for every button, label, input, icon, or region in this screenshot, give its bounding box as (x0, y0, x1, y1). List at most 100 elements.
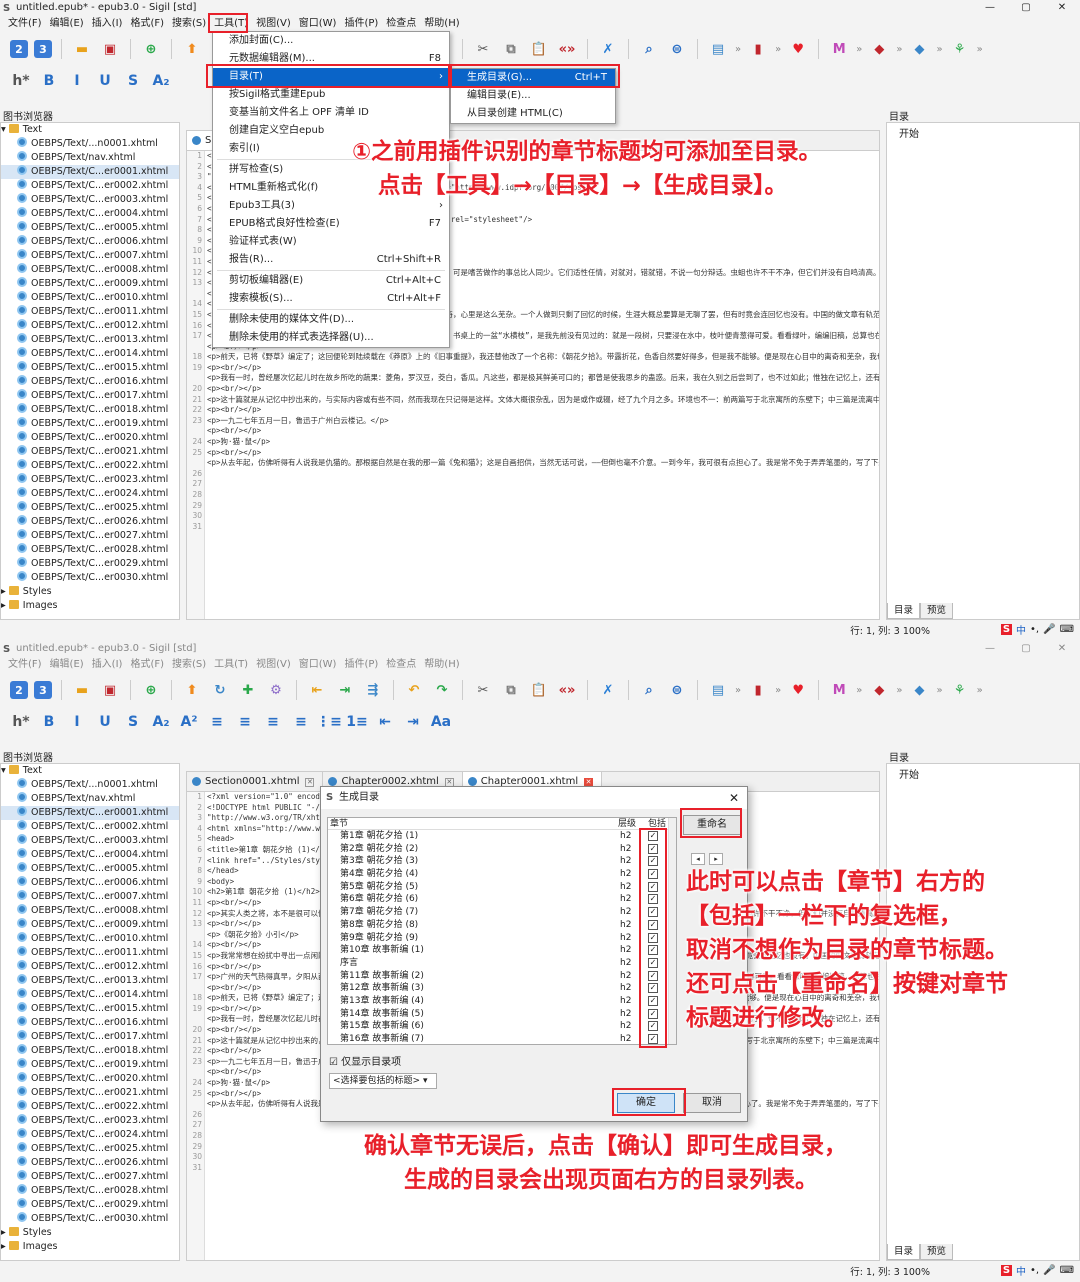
tree-file[interactable]: OEBPS/Text/C...er0012.xhtml (1, 960, 179, 974)
tree-file[interactable]: OEBPS/Text/C...er0021.xhtml (1, 1086, 179, 1100)
menu-8[interactable]: 插件(P) (340, 16, 382, 32)
open-folder-icon[interactable]: ▬ (71, 38, 93, 60)
case-icon[interactable]: Aa (430, 711, 452, 733)
table-row[interactable]: 第9章 朝花夕拾 (9) h2 ✓ (328, 932, 676, 945)
menu-1[interactable]: 编辑(E) (46, 657, 88, 673)
number-list-icon[interactable]: 1≡ (346, 711, 368, 733)
tree-file[interactable]: OEBPS/Text/C...er0002.xhtml (1, 179, 179, 193)
tree-file[interactable]: OEBPS/Text/C...er0021.xhtml (1, 445, 179, 459)
collapse-icon[interactable]: ▾ (1, 765, 9, 776)
tree-file[interactable]: OEBPS/Text/C...er0005.xhtml (1, 862, 179, 876)
tree-file[interactable]: OEBPS/Text/nav.xhtml (1, 151, 179, 165)
list-icon[interactable]: ▤ (707, 38, 729, 60)
tab-preview[interactable]: 预览 (920, 603, 954, 619)
more-icon[interactable]: » (937, 685, 943, 696)
tree-file[interactable]: OEBPS/Text/C...er0027.xhtml (1, 1170, 179, 1184)
justify-icon[interactable]: ≡ (290, 711, 312, 733)
add-icon[interactable]: ⊕ (140, 679, 162, 701)
tree-file[interactable]: OEBPS/Text/C...er0008.xhtml (1, 904, 179, 918)
zoom-icon[interactable]: ⊜ (666, 38, 688, 60)
tree-folder[interactable]: ▸ Images (1, 1240, 179, 1254)
search-icon[interactable]: ⌕ (638, 38, 660, 60)
tools-menu-item[interactable]: 剪切板编辑器(E) Ctrl+Alt+C (213, 272, 449, 290)
tree-file[interactable]: OEBPS/Text/C...er0003.xhtml (1, 834, 179, 848)
tree-file[interactable]: OEBPS/Text/C...er0011.xhtml (1, 946, 179, 960)
tree-file[interactable]: OEBPS/Text/C...er0001.xhtml (1, 806, 179, 820)
table-row[interactable]: 第3章 朝花夕拾 (3) h2 ✓ (328, 855, 676, 868)
cut-icon[interactable]: ✂ (472, 38, 494, 60)
menu-9[interactable]: 检查点 (382, 657, 420, 673)
tree-file[interactable]: OEBPS/Text/...n0001.xhtml (1, 778, 179, 792)
table-row[interactable]: 序言 h2 ✓ (328, 957, 676, 970)
tree-file[interactable]: OEBPS/Text/C...er0017.xhtml (1, 1030, 179, 1044)
menu-10[interactable]: 帮助(H) (420, 657, 463, 673)
more-icon[interactable]: » (937, 44, 943, 55)
menu-1[interactable]: 编辑(E) (46, 16, 88, 32)
menu-10[interactable]: 帮助(H) (420, 16, 463, 32)
table-row[interactable]: 第13章 故事新编 (4) h2 ✓ (328, 995, 676, 1008)
indent-icon[interactable]: ⇥ (402, 711, 424, 733)
tree-file[interactable]: OEBPS/Text/C...er0020.xhtml (1, 1072, 179, 1086)
menu-0[interactable]: 文件(F) (4, 16, 46, 32)
toc-submenu-item[interactable]: 从目录创建 HTML(C) (451, 105, 615, 123)
menu-3[interactable]: 格式(F) (126, 657, 168, 673)
tree-file[interactable]: OEBPS/Text/C...er0007.xhtml (1, 249, 179, 263)
tree-file[interactable]: OEBPS/Text/C...er0016.xhtml (1, 375, 179, 389)
tree-file[interactable]: OEBPS/Text/C...er0018.xhtml (1, 403, 179, 417)
tree-icon[interactable]: ⚘ (949, 679, 971, 701)
bold-icon[interactable]: B (38, 711, 60, 733)
menu-9[interactable]: 检查点 (382, 16, 420, 32)
menu-2[interactable]: 插入(I) (88, 657, 127, 673)
tools-menu-item[interactable]: 验证样式表(W) (213, 233, 449, 251)
minimize-icon[interactable]: — (972, 641, 1008, 657)
menu-7[interactable]: 窗口(W) (295, 16, 341, 32)
tree-file[interactable]: OEBPS/Text/C...er0020.xhtml (1, 431, 179, 445)
tree-file[interactable]: OEBPS/Text/C...er0025.xhtml (1, 501, 179, 515)
up-arrow-icon[interactable]: ⬆ (181, 38, 203, 60)
superscript-icon[interactable]: A² (178, 711, 200, 733)
m-icon[interactable]: M (828, 38, 850, 60)
table-row[interactable]: 第15章 故事新编 (6) h2 ✓ (328, 1020, 676, 1033)
code-icon[interactable]: «» (556, 38, 578, 60)
page-2-icon[interactable]: 2 (10, 40, 28, 58)
minimize-icon[interactable]: — (972, 0, 1008, 16)
code-icon[interactable]: «» (556, 679, 578, 701)
underline-icon[interactable]: U (94, 711, 116, 733)
tree-file[interactable]: OEBPS/Text/C...er0015.xhtml (1, 1002, 179, 1016)
maximize-icon[interactable]: ▢ (1008, 641, 1044, 657)
menu-5[interactable]: 工具(T) (210, 657, 252, 673)
table-row[interactable]: 第14章 故事新编 (5) h2 ✓ (328, 1008, 676, 1021)
tree-file[interactable]: OEBPS/Text/C...er0011.xhtml (1, 305, 179, 319)
tree-file[interactable]: OEBPS/Text/C...er0014.xhtml (1, 347, 179, 361)
redo-icon[interactable]: ↷ (431, 679, 453, 701)
tree-file[interactable]: OEBPS/Text/C...er0009.xhtml (1, 277, 179, 291)
tree-file[interactable]: OEBPS/Text/C...er0015.xhtml (1, 361, 179, 375)
close-icon[interactable]: ✕ (729, 787, 739, 809)
col-chapter[interactable]: 章节 (328, 818, 618, 829)
strike-icon[interactable]: S (122, 70, 144, 92)
tools-menu-item[interactable]: 删除未使用的媒体文件(D)... (213, 311, 449, 329)
table-scrollbar[interactable] (668, 818, 676, 1044)
tree-file[interactable]: OEBPS/Text/C...er0028.xhtml (1, 1184, 179, 1198)
page-3-icon[interactable]: 3 (34, 40, 52, 58)
more-icon[interactable]: » (775, 44, 781, 55)
table-row[interactable]: 第2章 朝花夕拾 (2) h2 ✓ (328, 843, 676, 856)
subscript-icon[interactable]: A₂ (150, 711, 172, 733)
tree-file[interactable]: OEBPS/Text/C...er0029.xhtml (1, 1198, 179, 1212)
bookmark-icon[interactable]: ▮ (747, 679, 769, 701)
table-row[interactable]: 第8章 朝花夕拾 (8) h2 ✓ (328, 919, 676, 932)
align-right-icon[interactable]: ≡ (262, 711, 284, 733)
expand-icon[interactable]: ▸ (1, 586, 9, 597)
align-center-icon[interactable]: ≡ (234, 711, 256, 733)
tools-menu-item[interactable]: 报告(R)... Ctrl+Shift+R (213, 251, 449, 269)
menu-0[interactable]: 文件(F) (4, 657, 46, 673)
tree-file[interactable]: OEBPS/Text/C...er0024.xhtml (1, 1128, 179, 1142)
refresh-icon[interactable]: ↻ (209, 679, 231, 701)
table-row[interactable]: 第16章 故事新编 (7) h2 ✓ (328, 1033, 676, 1044)
tree-file[interactable]: OEBPS/Text/C...er0006.xhtml (1, 876, 179, 890)
tab-toc[interactable]: 目录 (887, 1244, 921, 1260)
tree-file[interactable]: OEBPS/Text/C...er0018.xhtml (1, 1044, 179, 1058)
zoom-icon[interactable]: ⊜ (666, 679, 688, 701)
paste-icon[interactable]: 📋 (528, 679, 550, 701)
close-tab-icon[interactable]: ✕ (305, 778, 315, 787)
